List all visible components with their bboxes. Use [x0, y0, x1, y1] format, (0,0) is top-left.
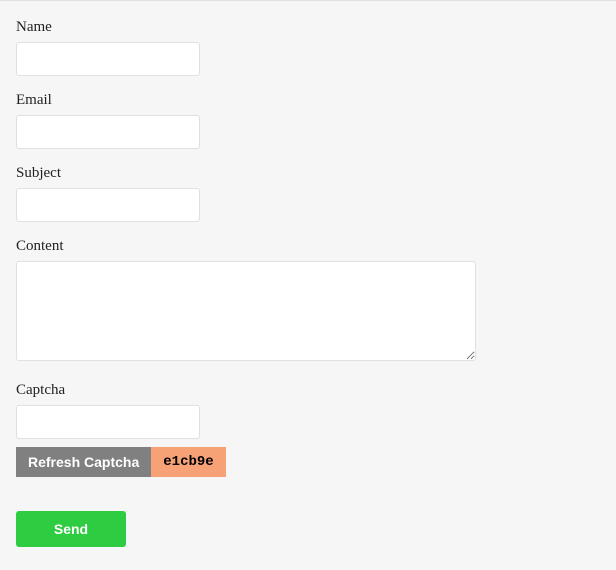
send-button[interactable]: Send	[16, 511, 126, 547]
email-group: Email	[16, 92, 600, 149]
subject-label: Subject	[16, 165, 600, 182]
captcha-row: Refresh Captcha e1cb9e	[16, 447, 600, 477]
content-group: Content	[16, 238, 600, 366]
captcha-input[interactable]	[16, 405, 200, 439]
refresh-captcha-button[interactable]: Refresh Captcha	[16, 447, 151, 477]
content-textarea[interactable]	[16, 261, 476, 361]
contact-form: Name Email Subject Content Captcha Refre…	[0, 1, 616, 563]
name-group: Name	[16, 19, 600, 76]
captcha-label: Captcha	[16, 382, 600, 399]
subject-input[interactable]	[16, 188, 200, 222]
name-label: Name	[16, 19, 600, 36]
email-label: Email	[16, 92, 600, 109]
name-input[interactable]	[16, 42, 200, 76]
captcha-image: e1cb9e	[151, 447, 225, 477]
subject-group: Subject	[16, 165, 600, 222]
content-label: Content	[16, 238, 600, 255]
captcha-group: Captcha Refresh Captcha e1cb9e	[16, 382, 600, 477]
email-input[interactable]	[16, 115, 200, 149]
